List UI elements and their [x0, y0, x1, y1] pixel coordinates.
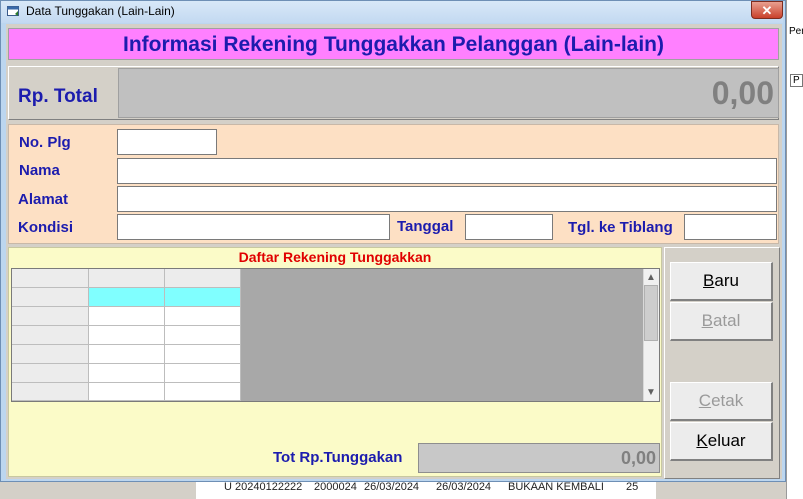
grid-row-header[interactable] [12, 364, 89, 383]
background-app-text: Per [789, 26, 803, 37]
cetak-label: etak [711, 391, 744, 410]
keluar-button[interactable]: Keluar [670, 422, 773, 461]
background-cell: 26/03/2024 [436, 481, 492, 493]
background-app-strip: Per P [786, 0, 803, 499]
no-plg-label: No. Plg [19, 134, 71, 151]
grid-cell-selected[interactable] [89, 288, 165, 307]
grid-header-cell[interactable] [89, 269, 165, 288]
tgl-tiblang-label: Tgl. ke Tiblang [568, 219, 673, 236]
background-cell: 26/03/2024 [364, 481, 420, 493]
kondisi-input[interactable] [117, 214, 390, 240]
page-title: Informasi Rekening Tunggakkan Pelanggan … [8, 28, 779, 60]
grid-cell[interactable] [89, 383, 165, 401]
grid-cell[interactable] [165, 307, 241, 326]
scrollbar-thumb[interactable] [644, 285, 658, 341]
background-app-text: P [790, 74, 803, 87]
grid-header-cell[interactable] [165, 269, 241, 288]
window-title: Data Tunggakan (Lain-Lain) [26, 4, 175, 18]
batal-label: atal [712, 311, 741, 330]
tanggal-label: Tanggal [397, 218, 454, 235]
scroll-down-arrow-icon[interactable]: ▼ [643, 387, 659, 398]
no-plg-input[interactable] [117, 129, 217, 155]
grid-row-header[interactable] [12, 345, 89, 364]
alamat-input[interactable] [117, 186, 777, 212]
background-cell: U 20240122222 [224, 481, 303, 493]
grid-cell[interactable] [89, 326, 165, 345]
total-arrears-label: Tot Rp.Tunggakan [273, 449, 403, 466]
grid-cell[interactable] [89, 345, 165, 364]
tanggal-input[interactable] [465, 214, 553, 240]
grid-cell[interactable] [89, 307, 165, 326]
scroll-up-arrow-icon[interactable]: ▲ [643, 272, 659, 283]
grid-cell[interactable] [165, 383, 241, 401]
cetak-accel: C [698, 391, 712, 410]
grid-row-header[interactable] [12, 307, 89, 326]
grid-row-header[interactable] [12, 288, 89, 307]
grid-cell-selected[interactable] [165, 288, 241, 307]
keluar-accel: K [696, 431, 708, 450]
tgl-tiblang-input[interactable] [684, 214, 777, 240]
kondisi-label: Kondisi [18, 219, 73, 236]
app-icon [7, 6, 19, 16]
arrears-grid[interactable] [11, 268, 660, 402]
list-title: Daftar Rekening Tunggakkan [238, 249, 432, 265]
baru-label: aru [714, 271, 739, 290]
background-cell: 25 [626, 481, 639, 493]
grid-cell[interactable] [165, 326, 241, 345]
background-cell: 2000024 [314, 481, 357, 493]
batal-accel: B [701, 311, 713, 330]
alamat-label: Alamat [18, 191, 69, 208]
keluar-label: eluar [707, 431, 746, 450]
nama-label: Nama [19, 162, 60, 179]
background-cell: BUKAAN KEMBALI [508, 481, 604, 493]
grid-row-header[interactable] [12, 383, 89, 401]
grid-cell[interactable] [165, 364, 241, 383]
close-button[interactable]: ✕ [751, 1, 783, 19]
nama-input[interactable] [117, 158, 777, 184]
grid-row-header[interactable] [12, 326, 89, 345]
baru-button[interactable]: Baru [670, 262, 773, 301]
grid-cell[interactable] [165, 345, 241, 364]
baru-accel: B [703, 271, 715, 290]
grid-cell[interactable] [89, 364, 165, 383]
total-value: 0,00 [118, 68, 779, 118]
grid-header-cell[interactable] [12, 269, 89, 288]
cetak-button[interactable]: Cetak [670, 382, 773, 421]
batal-button[interactable]: Batal [670, 302, 773, 341]
total-arrears-value: 0,00 [418, 443, 660, 473]
total-label: Rp. Total [18, 86, 98, 107]
